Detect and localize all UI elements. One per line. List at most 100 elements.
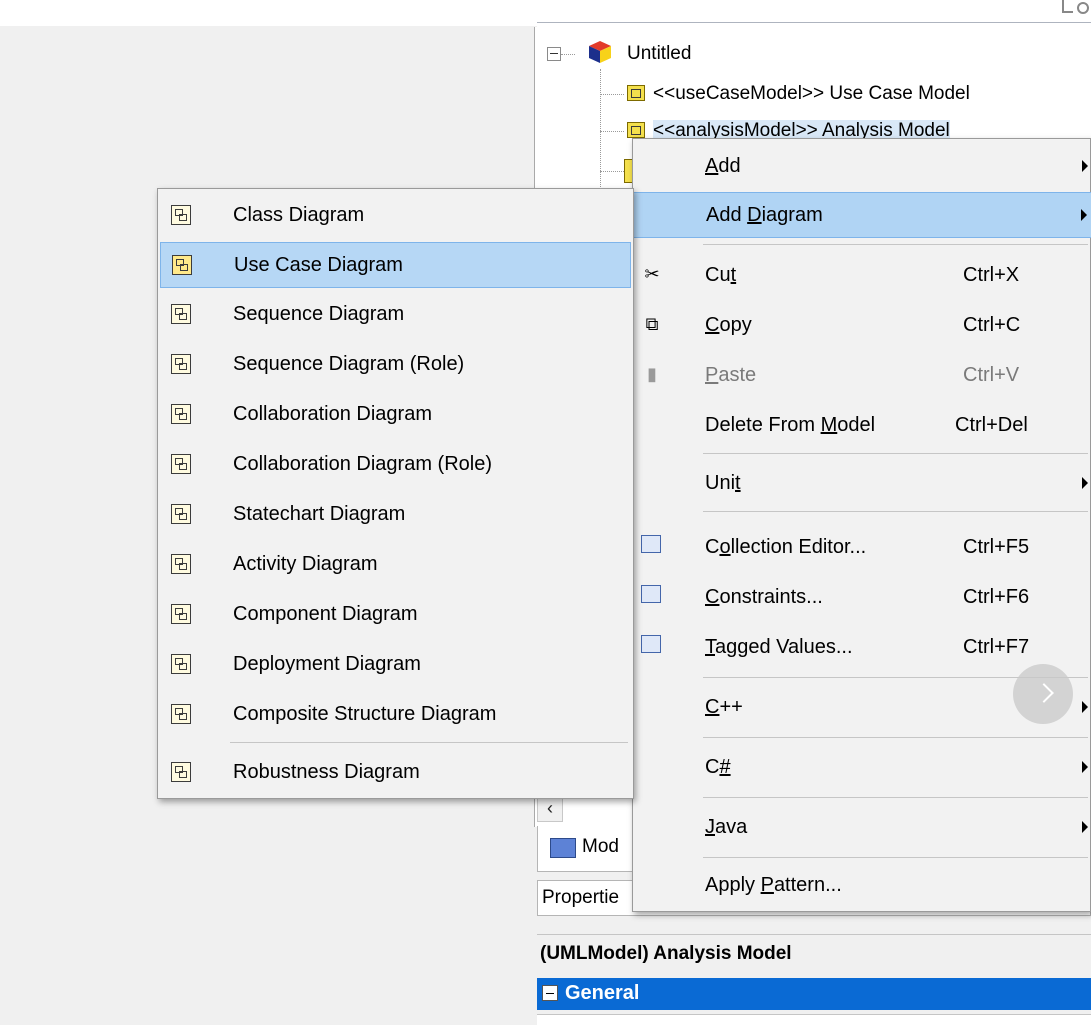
mnemonic: P	[760, 874, 774, 896]
label-pre: Cu	[705, 264, 731, 286]
menu-separator	[703, 797, 1088, 798]
menu-item-label: Delete From Model	[705, 414, 875, 437]
menu-item-label: Unit	[705, 472, 741, 495]
shortcut-label: Ctrl+C	[963, 314, 1021, 336]
mnemonic: o	[719, 536, 731, 558]
submenu-arrow-icon	[1081, 209, 1087, 221]
tree-item-analysis-model[interactable]: <<analysisModel>> Analysis Model	[627, 116, 950, 138]
menu-item-collection-editor[interactable]: Collection Editor... Ctrl+F5	[633, 525, 1091, 571]
submenu-item-collaboration-diagram[interactable]: Collaboration Diagram	[160, 392, 631, 438]
tab-label: Propertie	[542, 887, 620, 908]
collaboration-diagram-icon	[171, 404, 191, 424]
mnemonic: P	[705, 364, 719, 386]
label-pre: Apply	[705, 874, 761, 896]
submenu-item-activity-diagram[interactable]: Activity Diagram	[160, 542, 631, 588]
tree-connector	[600, 171, 624, 172]
submenu-item-use-case-diagram[interactable]: Use Case Diagram	[160, 242, 631, 288]
label-rest: opy	[719, 314, 752, 336]
sequence-diagram-role-icon	[171, 354, 191, 374]
label-rest: odel	[837, 414, 876, 436]
menu-item-csharp[interactable]: C#	[633, 745, 1091, 791]
label-pre: C	[705, 536, 720, 558]
shortcut-label: Ctrl+X	[963, 264, 1020, 286]
menu-separator	[703, 857, 1088, 858]
label-rest: ava	[715, 816, 748, 838]
menu-item-delete-from-model[interactable]: Delete From Model Ctrl+Del	[633, 403, 1091, 449]
statechart-diagram-icon	[171, 504, 191, 524]
property-row-name[interactable]	[537, 1014, 1091, 1025]
submenu-item-label: Deployment Diagram	[233, 653, 421, 675]
submenu-item-statechart-diagram[interactable]: Statechart Diagram	[160, 492, 631, 538]
menu-item-copy[interactable]: ⧉ Copy Ctrl+C	[633, 303, 1091, 349]
label-rest: agged Values...	[715, 636, 853, 658]
mnemonic: t	[730, 264, 737, 286]
submenu-item-robustness-diagram[interactable]: Robustness Diagram	[160, 750, 631, 796]
copy-icon: ⧉	[645, 314, 659, 334]
tagged-values-icon	[641, 635, 661, 653]
context-menu: Add Add Diagram ✂ Cut Ctrl+X ⧉ Copy Ctrl…	[632, 138, 1091, 912]
submenu-item-component-diagram[interactable]: Component Diagram	[160, 592, 631, 638]
submenu-item-label: Collaboration Diagram (Role)	[233, 453, 492, 475]
submenu-arrow-icon	[1082, 160, 1088, 172]
label-rest: dd	[718, 155, 741, 177]
submenu-item-label: Collaboration Diagram	[233, 403, 432, 425]
tree-item-label: <<useCaseModel>> Use Case Model	[653, 83, 970, 104]
label-rest: onstraints...	[719, 586, 823, 608]
submenu-item-composite-structure-diagram[interactable]: Composite Structure Diagram	[160, 692, 631, 738]
menu-item-apply-pattern[interactable]: Apply Pattern...	[633, 863, 1091, 909]
mnemonic: C	[705, 696, 720, 718]
submenu-item-sequence-diagram-role[interactable]: Sequence Diagram (Role)	[160, 342, 631, 388]
label-rest: aste	[718, 364, 757, 386]
menu-item-add[interactable]: Add	[633, 144, 1091, 190]
submenu-item-class-diagram[interactable]: Class Diagram	[160, 193, 631, 239]
scroll-left-button[interactable]: ‹	[537, 796, 563, 822]
menu-item-label: Cut	[705, 264, 736, 287]
mnemonic: D	[747, 204, 762, 226]
sequence-diagram-icon	[171, 304, 191, 324]
model-explorer-icon	[550, 838, 576, 858]
label-pre: Delete From	[705, 414, 821, 436]
submenu-item-label: Robustness Diagram	[233, 761, 420, 783]
tree-root-label[interactable]: Untitled	[627, 39, 691, 69]
tab-label: Mod	[582, 836, 619, 857]
submenu-item-label: Use Case Diagram	[234, 254, 403, 276]
next-arrow-button[interactable]	[1013, 664, 1073, 724]
submenu-item-label: Composite Structure Diagram	[233, 703, 497, 725]
mnemonic: J	[705, 816, 715, 838]
group-label: General	[565, 982, 640, 1004]
mnemonic: A	[705, 155, 719, 177]
menu-item-label: Add	[705, 155, 741, 178]
menu-separator	[230, 742, 628, 743]
mnemonic: t	[735, 472, 741, 494]
menu-item-constraints[interactable]: Constraints... Ctrl+F6	[633, 575, 1091, 621]
composite-structure-diagram-icon	[171, 704, 191, 724]
collection-editor-icon	[641, 535, 661, 553]
tab-model-explorer[interactable]: Mod	[537, 826, 637, 872]
project-cube-icon	[589, 41, 611, 63]
label-rest: ++	[719, 696, 743, 718]
property-group-general[interactable]: General	[537, 978, 1091, 1010]
menu-item-add-diagram[interactable]: Add Diagram	[633, 192, 1091, 238]
menu-item-cut[interactable]: ✂ Cut Ctrl+X	[633, 253, 1091, 299]
analysis-model-icon	[627, 122, 645, 138]
label-rest: attern...	[773, 874, 842, 896]
submenu-item-deployment-diagram[interactable]: Deployment Diagram	[160, 642, 631, 688]
tree-connector	[600, 94, 624, 95]
menu-item-paste[interactable]: ▮ Paste Ctrl+V	[633, 353, 1091, 399]
shortcut-label: Ctrl+Del	[955, 414, 1028, 436]
submenu-item-sequence-diagram[interactable]: Sequence Diagram	[160, 292, 631, 338]
submenu-item-label: Component Diagram	[233, 603, 418, 625]
submenu-item-label: Class Diagram	[233, 204, 365, 226]
menu-item-label: Paste	[705, 364, 756, 387]
menu-item-unit[interactable]: Unit	[633, 461, 1091, 507]
paste-icon: ▮	[647, 364, 657, 384]
menu-item-java[interactable]: Java	[633, 805, 1091, 851]
component-diagram-icon	[171, 604, 191, 624]
menu-separator	[703, 453, 1088, 454]
mnemonic: T	[705, 636, 715, 658]
submenu-item-collaboration-diagram-role[interactable]: Collaboration Diagram (Role)	[160, 442, 631, 488]
menu-item-tagged-values[interactable]: Tagged Values... Ctrl+F7	[633, 625, 1091, 671]
collapse-toggle[interactable]	[542, 985, 558, 1001]
tree-item-use-case-model[interactable]: <<useCaseModel>> Use Case Model	[627, 79, 970, 109]
collapse-toggle[interactable]	[547, 47, 561, 61]
